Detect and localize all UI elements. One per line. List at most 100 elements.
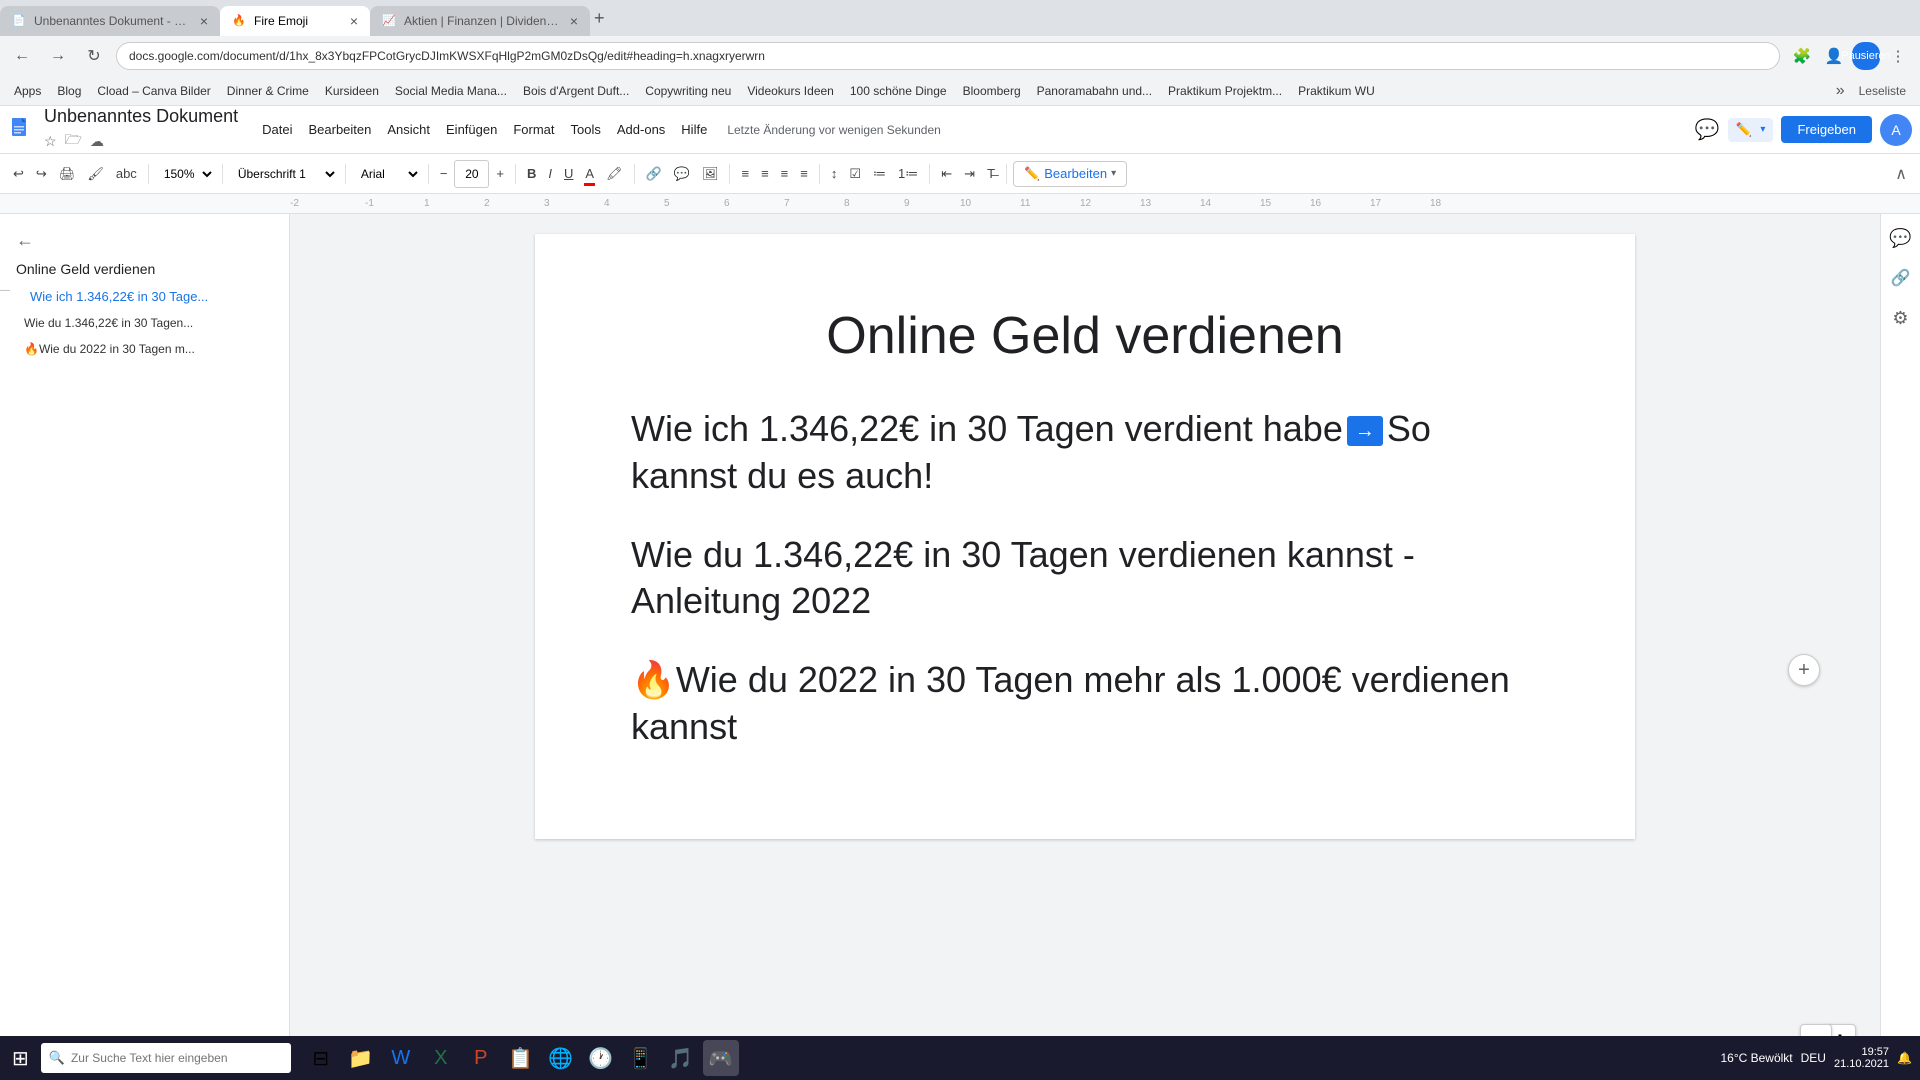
bookmark-social[interactable]: Social Media Mana... (389, 82, 513, 100)
address-input[interactable] (129, 49, 1767, 63)
docs-comment-button[interactable]: 💬 (1695, 117, 1720, 142)
new-tab-button[interactable]: + (594, 8, 605, 29)
sidebar-item-main[interactable]: Online Geld verdienen (0, 255, 289, 283)
align-right-button[interactable]: ≡ (776, 160, 794, 188)
taskbar-search-input[interactable] (71, 1051, 271, 1065)
font-size-input[interactable] (454, 160, 489, 188)
bold-button[interactable]: B (522, 160, 541, 188)
tab-close-2[interactable]: × (350, 13, 358, 29)
tab-close-1[interactable]: × (200, 13, 208, 29)
section1-link-icon[interactable]: → (1347, 416, 1383, 446)
bearbeiten-button[interactable]: ✏️ Bearbeiten ▾ (1013, 161, 1127, 187)
print-button[interactable]: 🖨 (54, 160, 81, 188)
bookmark-canva[interactable]: Cload – Canva Bilder (91, 82, 216, 100)
bullet-list-button[interactable]: ≔ (868, 160, 891, 188)
align-left-button[interactable]: ≡ (736, 160, 754, 188)
bookmark-kurs[interactable]: Kursideen (319, 82, 385, 100)
back-button[interactable]: ← (8, 42, 36, 70)
taskbar-search-bar[interactable]: 🔍 (41, 1043, 291, 1073)
decrease-indent-button[interactable]: ⇤ (936, 160, 957, 188)
bookmark-panorama[interactable]: Panoramabahn und... (1031, 82, 1158, 100)
redo-button[interactable]: ↪ (31, 160, 52, 188)
tab-close-3[interactable]: × (570, 13, 578, 29)
menu-hilfe[interactable]: Hilfe (673, 118, 715, 141)
notification-icon[interactable]: 🔔 (1897, 1051, 1912, 1065)
powerpoint-button[interactable]: P (463, 1040, 499, 1076)
browser-tab-3[interactable]: 📈 Aktien | Finanzen | Dividende (..) × (370, 6, 590, 36)
taskview-button[interactable]: ⊟ (303, 1040, 339, 1076)
clock-button[interactable]: 🕐 (583, 1040, 619, 1076)
underline-button[interactable]: U (559, 160, 578, 188)
bookmark-praktikum[interactable]: Praktikum Projektm... (1162, 82, 1288, 100)
bookmark-100[interactable]: 100 schöne Dinge (844, 82, 953, 100)
settings-panel-btn[interactable]: ⚙ (1885, 302, 1917, 334)
app9-button[interactable]: 🎵 (663, 1040, 699, 1076)
tasks-button[interactable]: 📋 (503, 1040, 539, 1076)
menu-einfuegen[interactable]: Einfügen (438, 118, 505, 141)
forward-button[interactable]: → (44, 42, 72, 70)
sidebar-item-2[interactable]: Wie ich 1.346,22€ in 30 Tage... (14, 283, 224, 310)
undo-button[interactable]: ↩ (8, 160, 29, 188)
increase-font-btn[interactable]: + (491, 160, 509, 188)
cloud-icon[interactable]: ☁ (90, 133, 104, 150)
chrome-button[interactable]: 🌐 (543, 1040, 579, 1076)
bookmark-video[interactable]: Videokurs Ideen (741, 82, 840, 100)
reading-mode-btn[interactable]: Leselistе (1853, 82, 1912, 100)
word-button[interactable]: W (383, 1040, 419, 1076)
links-panel-btn[interactable]: 🔗 (1885, 262, 1917, 294)
font-select[interactable]: Arial (352, 160, 422, 188)
start-button[interactable]: ⊞ (8, 1042, 33, 1075)
excel-button[interactable]: X (423, 1040, 459, 1076)
bookmark-apps[interactable]: Apps (8, 82, 47, 100)
sidebar-item-4[interactable]: 🔥Wie du 2022 in 30 Tagen m... (0, 336, 289, 362)
numbered-list-button[interactable]: 1≔ (893, 160, 923, 188)
line-spacing-button[interactable]: ↕ (826, 160, 843, 188)
docs-document-area[interactable]: Online Geld verdienen Wie ich 1.346,22€ … (290, 214, 1880, 1080)
clear-format-button[interactable]: T̶ (982, 160, 1000, 188)
docs-title[interactable]: Unbenanntes Dokument (44, 106, 238, 127)
bookmark-bloomberg[interactable]: Bloomberg (957, 82, 1027, 100)
menu-bearbeiten[interactable]: Bearbeiten (300, 118, 379, 141)
menu-addons[interactable]: Add-ons (609, 118, 673, 141)
insert-link-button[interactable]: 🔗 (641, 160, 667, 188)
paint-format-button[interactable]: 🖌 (82, 160, 109, 188)
increase-indent-button[interactable]: ⇥ (959, 160, 980, 188)
add-content-button[interactable]: + (1788, 654, 1820, 686)
insert-image-button[interactable]: 🖼 (697, 160, 724, 188)
address-bar[interactable] (116, 42, 1780, 70)
heading-style-select[interactable]: Überschrift 1 (229, 160, 339, 188)
reload-button[interactable]: ↻ (80, 42, 108, 70)
browser-tab-2[interactable]: 🔥 Fire Emoji × (220, 6, 370, 36)
spell-check-button[interactable]: abc (111, 160, 142, 188)
font-color-button[interactable]: A (580, 160, 599, 188)
zoom-select[interactable]: 150% (155, 160, 216, 188)
sidebar-item-3[interactable]: Wie du 1.346,22€ in 30 Tagen... (0, 310, 289, 336)
bookmark-copy[interactable]: Copywriting neu (639, 82, 737, 100)
align-justify-button[interactable]: ≡ (795, 160, 813, 188)
decrease-font-btn[interactable]: − (435, 160, 453, 188)
menu-tools[interactable]: Tools (563, 118, 609, 141)
user-avatar[interactable]: A (1880, 114, 1912, 146)
sidebar-back-button[interactable]: ← (0, 226, 289, 255)
italic-button[interactable]: I (543, 160, 557, 188)
menu-format[interactable]: Format (505, 118, 562, 141)
bookmark-bois[interactable]: Bois d'Argent Duft... (517, 82, 635, 100)
comment-panel-btn[interactable]: 💬 (1885, 222, 1917, 254)
bookmark-wu[interactable]: Praktikum WU (1292, 82, 1381, 100)
explorer-button[interactable]: 📁 (343, 1040, 379, 1076)
bookmark-dinner[interactable]: Dinner & Crime (221, 82, 315, 100)
app10-button[interactable]: 🎮 (703, 1040, 739, 1076)
insert-comment-button[interactable]: 💬 (669, 160, 695, 188)
align-center-button[interactable]: ≡ (756, 160, 774, 188)
menu-datei[interactable]: Datei (254, 118, 300, 141)
location-icon[interactable]: 🗁 (65, 129, 82, 153)
share-button[interactable]: Freigeben (1781, 116, 1872, 143)
bookmark-more-btn[interactable]: » (1836, 82, 1845, 100)
extension-btn[interactable]: 🧩 (1788, 42, 1816, 70)
pause-btn[interactable]: Pausieren (1852, 42, 1880, 70)
star-icon[interactable]: ☆ (44, 133, 57, 150)
bookmark-blog[interactable]: Blog (51, 82, 87, 100)
checklist-button[interactable]: ☑ (844, 160, 866, 188)
more-btn[interactable]: ⋮ (1884, 42, 1912, 70)
menu-ansicht[interactable]: Ansicht (379, 118, 438, 141)
